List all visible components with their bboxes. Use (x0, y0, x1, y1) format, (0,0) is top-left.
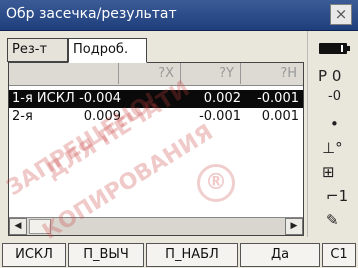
row-dy: 0.002 (203, 91, 241, 106)
recalc-button[interactable]: П_ВЫЧ (68, 243, 144, 267)
tilt-icon[interactable]: ⊥° (322, 139, 343, 157)
yes-label: Да (270, 247, 290, 262)
sign-icon[interactable]: ✎ (326, 211, 339, 229)
battery-level (341, 45, 345, 52)
page-c1-button[interactable]: С1 (322, 243, 356, 267)
close-button[interactable]: × (330, 4, 352, 25)
re-observe-button[interactable]: П_НАБЛ (146, 243, 238, 267)
chevron-left-icon: ◀ (14, 221, 22, 231)
battery-icon (319, 43, 350, 54)
recalc-label: П_ВЫЧ (83, 247, 129, 262)
tab-result[interactable]: Рез-т (7, 38, 68, 62)
column-header-dh: ?H (280, 66, 297, 81)
column-header-dx: ?X (119, 63, 181, 84)
input-mode-icon[interactable]: ⊞ (322, 163, 335, 181)
close-icon: × (334, 5, 348, 23)
status-sidebar: P 0 -0 • ⊥° ⊞ ⌐1 ✎ (307, 31, 358, 237)
row-dh: -0.001 (257, 91, 299, 106)
table-row[interactable]: 1-я ИСКЛ -0.004 0.002 -0.001 (9, 90, 303, 108)
table-row[interactable]: 2-я 0.009 -0.001 0.001 (9, 108, 303, 126)
row-name: 2-я (12, 109, 33, 124)
prism-icon[interactable]: -0 (328, 89, 341, 104)
horizontal-scrollbar[interactable]: ◀ ▶ (9, 217, 303, 235)
results-table: ?X ?Y ?H 1-я ИСКЛ -0.004 0.002 -0.001 2-… (8, 62, 304, 236)
scroll-left-button[interactable]: ◀ (9, 218, 27, 235)
page-level-icon[interactable]: ⌐1 (326, 187, 348, 205)
row-dy: -0.001 (199, 109, 241, 124)
registered-mark: ® (197, 164, 235, 202)
yes-button[interactable]: Да (240, 243, 320, 267)
function-key-bar: ИСКЛ П_ВЫЧ П_НАБЛ Да С1 (0, 238, 358, 268)
page-c1-label: С1 (330, 247, 348, 262)
tab-details-label: Подроб. (73, 42, 129, 57)
exclude-button[interactable]: ИСКЛ (2, 243, 66, 267)
scroll-thumb[interactable] (29, 219, 51, 234)
tab-result-label: Рез-т (12, 42, 48, 57)
row-dh: 0.001 (261, 109, 299, 124)
chevron-right-icon: ▶ (290, 221, 298, 231)
row-dx: 0.009 (83, 109, 121, 124)
row-name: 1-я ИСКЛ (12, 91, 75, 106)
window-titlebar: Обр засечка/результат × (0, 0, 358, 31)
tab-details[interactable]: Подроб. (68, 38, 147, 63)
laser-dot-icon[interactable]: • (330, 115, 339, 133)
column-header-dy: ?Y (181, 63, 241, 84)
column-header-name (9, 63, 119, 84)
target-constant-label[interactable]: P 0 (318, 67, 341, 85)
row-dx: -0.004 (79, 91, 121, 106)
scroll-right-button[interactable]: ▶ (285, 218, 303, 235)
window-title: Обр засечка/результат (6, 6, 177, 22)
exclude-label: ИСКЛ (15, 247, 53, 262)
table-header: ?X ?Y ?H (9, 63, 303, 86)
re-observe-label: П_НАБЛ (165, 247, 219, 262)
